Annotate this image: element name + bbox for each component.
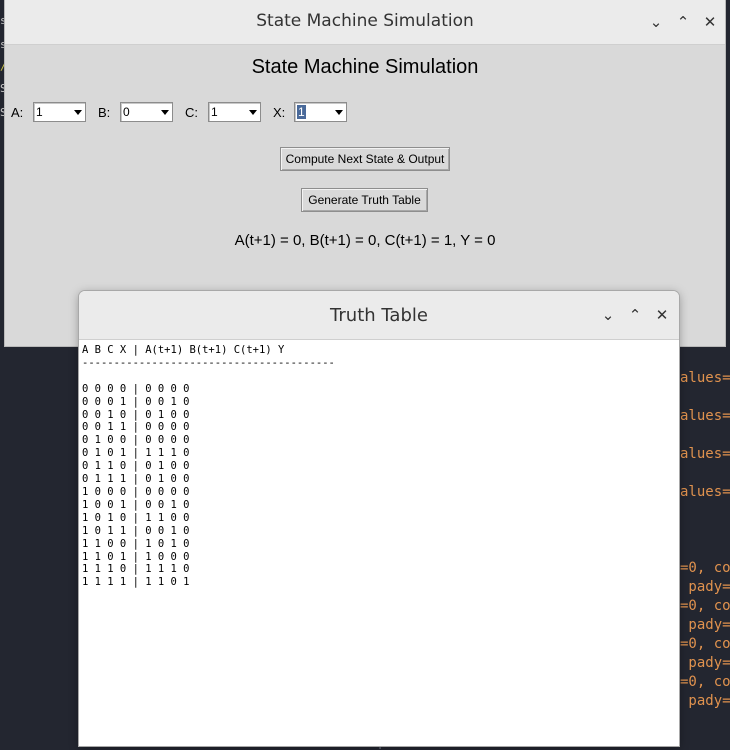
truth-table-row: 1 1 0 1 | 1 0 0 0 <box>82 550 190 563</box>
input-x-combobox[interactable]: 1 <box>294 102 347 122</box>
input-c-value: 1 <box>211 105 218 119</box>
truth-table-row: 1 1 0 0 | 1 0 1 0 <box>82 537 190 550</box>
input-a-value: 1 <box>36 105 43 119</box>
truth-table-row: 0 1 0 1 | 1 1 1 0 <box>82 447 190 460</box>
input-b-label: B: <box>98 105 111 120</box>
editor-code-fragment: =0, co <box>680 560 730 576</box>
truth-table-header: A B C X | A(t+1) B(t+1) C(t+1) Y <box>82 344 285 356</box>
truth-table-row: 0 0 0 1 | 0 0 1 0 <box>82 395 190 408</box>
truth-table-row: 1 0 0 0 | 0 0 0 0 <box>82 485 190 498</box>
app-heading: State Machine Simulation <box>251 56 479 78</box>
truth-table-row: 0 1 1 0 | 0 1 0 0 <box>82 460 190 473</box>
chevron-down-icon[interactable] <box>161 110 169 115</box>
truth-table-text[interactable]: A B C X | A(t+1) B(t+1) C(t+1) Y -------… <box>82 344 335 589</box>
truth-table-row: 1 0 1 0 | 1 1 0 0 <box>82 511 190 524</box>
input-b-value: 0 <box>123 105 130 119</box>
input-x-label: X: <box>273 105 286 120</box>
editor-code-fragment: pady= <box>680 655 730 671</box>
chevron-down-icon[interactable] <box>249 110 257 115</box>
truth-table-row: 0 1 1 1 | 0 1 0 0 <box>82 473 190 486</box>
compute-next-state-button[interactable]: Compute Next State & Output <box>280 147 450 171</box>
input-b-combobox[interactable]: 0 <box>120 102 173 122</box>
editor-code-fragment: pady= <box>680 693 730 709</box>
editor-code-fragment: alues= <box>680 446 730 462</box>
chevron-down-icon[interactable] <box>74 110 82 115</box>
editor-code-fragment: =0, co <box>680 598 730 614</box>
truth-table-row: 0 0 1 1 | 0 0 0 0 <box>82 421 190 434</box>
generate-truth-table-button[interactable]: Generate Truth Table <box>301 188 428 212</box>
minimize-icon[interactable]: ⌄ <box>646 12 666 32</box>
truth-table-row: 1 0 1 1 | 0 0 1 0 <box>82 524 190 537</box>
truth-table-row: 1 1 1 0 | 1 1 1 0 <box>82 563 190 576</box>
input-a-combobox[interactable]: 1 <box>33 102 86 122</box>
result-output: A(t+1) = 0, B(t+1) = 0, C(t+1) = 1, Y = … <box>234 232 496 249</box>
editor-code-fragment: =0, co <box>680 636 730 652</box>
truth-table-row: 0 0 0 0 | 0 0 0 0 <box>82 382 190 395</box>
truth-table-row: 1 1 1 1 | 1 1 0 1 <box>82 576 190 589</box>
truth-table-rows: 0 0 0 0 | 0 0 0 0 0 0 0 1 | 0 0 1 0 0 0 … <box>82 383 189 589</box>
editor-code-fragment: alues= <box>680 408 730 424</box>
editor-code-fragment: pady= <box>680 617 730 633</box>
editor-code-fragment: alues= <box>680 370 730 386</box>
editor-code-fragment: =0, co <box>680 674 730 690</box>
truth-table-window: Truth Table ⌄ ⌃ ✕ A B C X | A(t+1) B(t+1… <box>79 291 679 746</box>
input-x-value: 1 <box>297 105 306 119</box>
minimize-icon[interactable]: ⌄ <box>598 305 618 325</box>
close-icon[interactable]: ✕ <box>700 12 720 32</box>
editor-code-fragment: alues= <box>680 484 730 500</box>
truth-table-row: 0 1 0 0 | 0 0 0 0 <box>82 434 190 447</box>
truth-table-row: 0 0 1 0 | 0 1 0 0 <box>82 408 190 421</box>
window-titlebar[interactable]: State Machine Simulation ⌄ ⌃ ✕ <box>5 0 725 45</box>
window-title: State Machine Simulation <box>256 11 474 31</box>
editor-code-fragment: pady= <box>680 579 730 595</box>
window-titlebar[interactable]: Truth Table ⌄ ⌃ ✕ <box>79 291 679 340</box>
input-a-label: A: <box>11 105 24 120</box>
maximize-icon[interactable]: ⌃ <box>625 305 645 325</box>
window-title: Truth Table <box>330 305 428 326</box>
maximize-icon[interactable]: ⌃ <box>673 12 693 32</box>
close-icon[interactable]: ✕ <box>652 305 672 325</box>
input-c-combobox[interactable]: 1 <box>208 102 261 122</box>
truth-table-separator: ---------------------------------------- <box>82 356 335 369</box>
truth-table-row: 1 0 0 1 | 0 0 1 0 <box>82 498 190 511</box>
input-c-label: C: <box>185 105 198 120</box>
chevron-down-icon[interactable] <box>335 110 343 115</box>
